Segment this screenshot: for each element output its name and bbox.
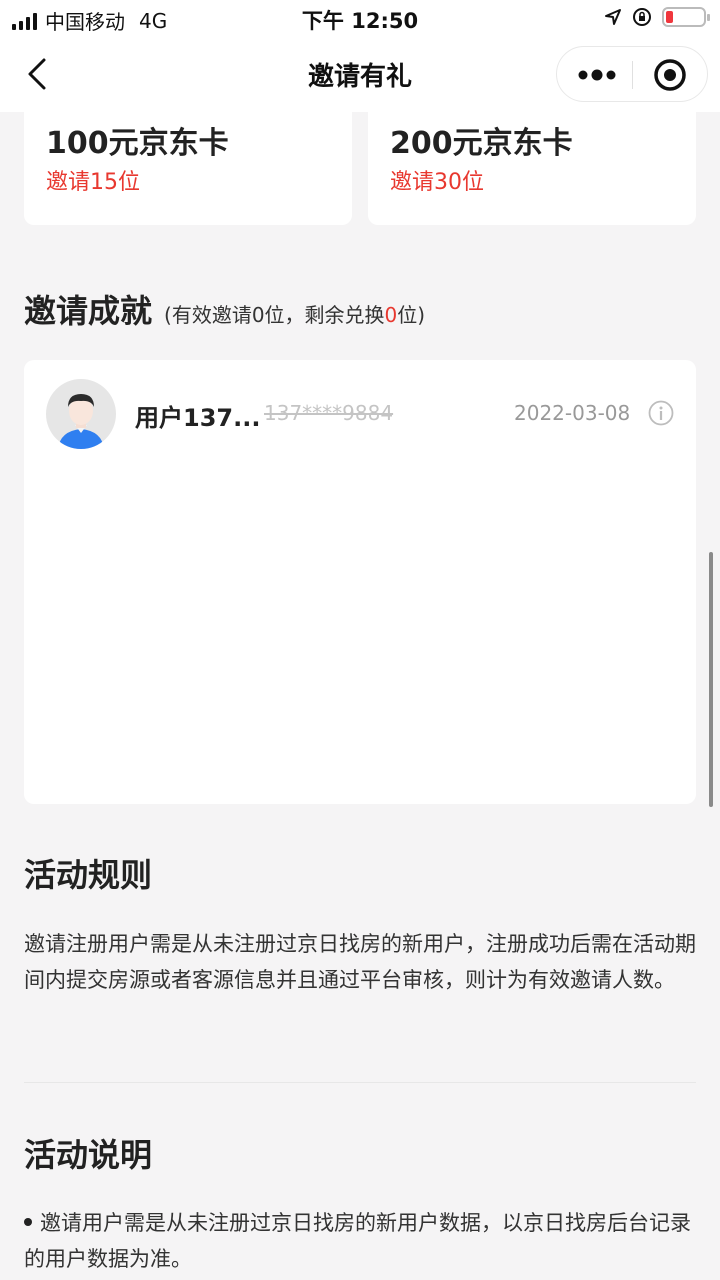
info-icon[interactable] <box>648 400 674 426</box>
status-bar: 中国移动 4G 下午 12:50 <box>0 0 720 36</box>
rules-text: 邀请注册用户需是从未注册过京日找房的新用户，注册成功后需在活动期间内提交房源或者… <box>24 932 696 992</box>
invitee-phone: 137****9884 <box>264 401 394 425</box>
invitee-date: 2022-03-08 <box>514 401 631 425</box>
capsule-divider <box>632 61 633 89</box>
reward-card[interactable]: 100元京东卡 邀请15位 <box>24 112 352 225</box>
achievement-heading: 邀请成就 (有效邀请0位，剩余兑换0位) <box>24 286 425 332</box>
avatar <box>46 379 116 449</box>
invitee-list: 用户137... 137****9884 2022-03-08 <box>24 360 696 804</box>
orientation-lock-icon <box>633 8 651 26</box>
reward-name: 200元京东卡 <box>390 126 573 161</box>
scrollbar[interactable] <box>709 552 713 807</box>
location-arrow-icon <box>605 9 621 25</box>
summary-prefix: (有效邀请0位，剩余兑换 <box>164 303 385 327</box>
reward-card[interactable]: 200元京东卡 邀请30位 <box>368 112 696 225</box>
mini-program-capsule <box>556 46 708 102</box>
description-title: 活动说明 <box>24 1136 153 1174</box>
reward-name: 100元京东卡 <box>46 126 229 161</box>
remaining-count: 0 <box>384 303 398 327</box>
nav-bar: 邀请有礼 <box>0 36 720 112</box>
achievement-summary: (有效邀请0位，剩余兑换0位) <box>164 299 425 328</box>
bullet-dot <box>24 1218 32 1226</box>
target-circle-icon[interactable] <box>653 58 687 92</box>
summary-suffix: 位) <box>397 303 426 327</box>
description-item-text: 邀请用户需是从未注册过京日找房的新用户数据，以京日找房后台记录的用户数据为准。 <box>24 1211 691 1271</box>
section-divider <box>24 1082 696 1083</box>
rules-title: 活动规则 <box>24 856 153 894</box>
achievement-title: 邀请成就 <box>24 292 153 330</box>
status-right <box>604 7 710 27</box>
reward-condition: 邀请30位 <box>390 170 484 195</box>
invitee-name: 用户137... <box>135 404 261 432</box>
battery-icon <box>662 7 710 27</box>
more-dots-icon[interactable] <box>577 65 617 85</box>
reward-condition: 邀请15位 <box>46 170 140 195</box>
default-avatar-icon <box>46 379 116 449</box>
list-item: 邀请用户需是从未注册过京日找房的新用户数据，以京日找房后台记录的用户数据为准。 <box>24 1205 700 1277</box>
